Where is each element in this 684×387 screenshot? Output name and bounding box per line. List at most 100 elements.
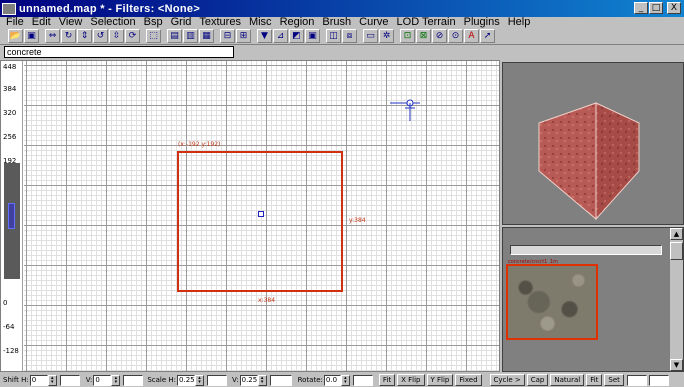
ruler-tick-label: 0 — [3, 299, 8, 307]
vertical-ruler: 448 384 320 256 192 0 -64 -128 — [1, 61, 23, 371]
cubic-clip-icon[interactable]: ⧈ — [342, 29, 357, 43]
shift-v-step-input[interactable] — [123, 374, 144, 386]
scale-v-input[interactable]: 0.25 — [239, 374, 258, 386]
shift-v-input[interactable]: 0 — [93, 374, 112, 386]
clipper-icon[interactable]: ▼ — [257, 29, 272, 43]
scale-h-spinner[interactable]: ▴ ▾ — [195, 374, 205, 386]
rotate-z-icon[interactable]: ⟳ — [125, 29, 140, 43]
patch-icon[interactable]: ▭ — [363, 29, 378, 43]
scale-v-label: V: — [232, 376, 239, 384]
grid-canvas[interactable]: (x:-192 y:192) y:384 x:384 — [24, 61, 499, 371]
texture-lock-icon[interactable]: ◩ — [289, 29, 304, 43]
rotate-input[interactable]: 0.0 — [323, 374, 341, 386]
menu-textures[interactable]: Textures — [195, 17, 245, 28]
show-lights-icon[interactable]: ⊘ — [432, 29, 447, 43]
menu-plugins[interactable]: Plugins — [460, 17, 504, 28]
texture-filter-input[interactable]: concrete — [4, 46, 234, 58]
main-toolbar: 📂 ▣ ⇔ ↻ ⇕ ↺ ⇳ ⟳ ⬚ ▤ ▥ ▦ ⊟ ⊞ ▼ ⊿ ◩ ▣ ◫ ⧈ ▭ ✲ ⊡ ⊠ ⊘ ⊙ A ➚ — [0, 28, 684, 45]
show-bend-icon[interactable]: ⊠ — [416, 29, 431, 43]
shift-h-input[interactable]: 0 — [29, 374, 48, 386]
camera-position-icon[interactable] — [390, 99, 420, 123]
texture-filter-row: concrete — [0, 45, 684, 59]
shift-h-step-input[interactable] — [59, 374, 80, 386]
ruler-tick-label: 256 — [3, 133, 17, 141]
scale-v-spinner[interactable]: ▴ ▾ — [257, 374, 267, 386]
surface-cycle-button[interactable]: Cycle > — [489, 374, 525, 386]
menu-grid[interactable]: Grid — [167, 17, 196, 28]
scroll-down-arrow-icon[interactable]: ▼ — [670, 359, 683, 371]
rotate-step-input[interactable] — [352, 374, 373, 386]
surface-set-button[interactable]: Set — [604, 374, 624, 386]
vertex-edit-icon[interactable]: ⊿ — [273, 29, 288, 43]
texture-browser-scrollbar[interactable]: ▲ ▼ — [669, 228, 683, 371]
menu-selection[interactable]: Selection — [86, 17, 139, 28]
minimize-button[interactable]: _ — [634, 2, 648, 14]
window-title: unnamed.map * - Filters: <None> — [19, 2, 201, 15]
surface-x-flip-button[interactable]: X Flip — [397, 374, 425, 386]
texture-browser-filter[interactable] — [510, 245, 662, 255]
rotate-spinner[interactable]: ▴ ▾ — [340, 374, 350, 386]
surface-fit-button[interactable]: Fit — [378, 374, 396, 386]
flip-x-icon[interactable]: ⇔ — [45, 29, 60, 43]
texture-thumbnail-selected[interactable] — [506, 264, 598, 340]
view-yz-icon[interactable]: ▦ — [199, 29, 214, 43]
surface-inspector-bar: Shift H: 0 ▴ ▾ V: 0 ▴ ▾ Scale H: 0.25 ▴ ▾ V… — [0, 373, 684, 387]
shift-h-spinner[interactable]: ▴ ▾ — [47, 374, 57, 386]
open-folder-icon[interactable]: 📂 — [8, 29, 23, 43]
menu-view[interactable]: View — [55, 17, 87, 28]
surface-fit-button[interactable]: Fit — [586, 374, 603, 386]
scrollbar-thumb[interactable] — [670, 242, 683, 260]
select-complete-tall-icon[interactable]: ⬚ — [146, 29, 161, 43]
show-patches-icon[interactable]: ⊡ — [400, 29, 415, 43]
shift-v-spinner[interactable]: ▴ ▾ — [111, 374, 121, 386]
selected-brush[interactable] — [177, 151, 343, 292]
surface-y-flip-button[interactable]: Y Flip — [426, 374, 454, 386]
show-sky-icon[interactable]: ⊙ — [448, 29, 463, 43]
flip-z-icon[interactable]: ⇳ — [109, 29, 124, 43]
scale-h-step-input[interactable] — [207, 374, 228, 386]
camera-view-icon[interactable]: ▣ — [305, 29, 320, 43]
fit-height-input[interactable] — [648, 374, 669, 386]
csg-subtract-icon[interactable]: ⊟ — [220, 29, 235, 43]
csg-merge-icon[interactable]: ⊞ — [236, 29, 251, 43]
menu-curve[interactable]: Curve — [355, 17, 392, 28]
ruler-tick-label: -128 — [3, 347, 19, 355]
menu-lod-terrain[interactable]: LOD Terrain — [393, 17, 460, 28]
save-disk-icon[interactable]: ▣ — [24, 29, 39, 43]
menu-edit[interactable]: Edit — [28, 17, 55, 28]
menu-bsp[interactable]: Bsp — [140, 17, 167, 28]
scale-h-input[interactable]: 0.25 — [177, 374, 196, 386]
surface-natural-button[interactable]: Natural — [550, 374, 585, 386]
z-slider-handle[interactable] — [8, 203, 15, 229]
show-angles-icon[interactable]: A — [464, 29, 479, 43]
view-xz-icon[interactable]: ▥ — [183, 29, 198, 43]
app-icon — [2, 2, 16, 15]
pointer-icon[interactable]: ➚ — [480, 29, 495, 43]
view-xy-icon[interactable]: ▤ — [167, 29, 182, 43]
surface-fixed-button[interactable]: Fixed — [455, 374, 482, 386]
grid-view-xy[interactable]: 448 384 320 256 192 0 -64 -128 (x:-192 y:192) y… — [0, 60, 500, 372]
scroll-up-arrow-icon[interactable]: ▲ — [670, 228, 683, 240]
camera-3d-view[interactable] — [502, 62, 684, 225]
ruler-tick-label: 384 — [3, 85, 17, 93]
menu-region[interactable]: Region — [276, 17, 319, 28]
flip-y-icon[interactable]: ⇕ — [77, 29, 92, 43]
scale-v-step-input[interactable] — [269, 374, 292, 386]
menu-misc[interactable]: Misc — [245, 17, 276, 28]
brush-center-handle[interactable] — [258, 211, 264, 217]
fit-width-input[interactable] — [626, 374, 647, 386]
shift-h-label: Shift H: — [3, 376, 29, 384]
rotate-x-icon[interactable]: ↻ — [61, 29, 76, 43]
maximize-button[interactable]: □ — [649, 2, 663, 14]
title-bar: unnamed.map * - Filters: <None> _ □ X — [0, 0, 684, 17]
menu-file[interactable]: File — [0, 17, 28, 28]
menu-brush[interactable]: Brush — [318, 17, 355, 28]
gear-icon[interactable]: ✲ — [379, 29, 394, 43]
rotate-y-icon[interactable]: ↺ — [93, 29, 108, 43]
texture-browser[interactable]: concrete/cncrt1_1m ▲ ▼ — [502, 227, 684, 372]
surface-cap-button[interactable]: Cap — [526, 374, 549, 386]
menu-help[interactable]: Help — [504, 17, 535, 28]
close-button[interactable]: X — [667, 2, 681, 14]
brush-dimension-top: (x:-192 y:192) — [178, 141, 221, 148]
entity-view-icon[interactable]: ◫ — [326, 29, 341, 43]
